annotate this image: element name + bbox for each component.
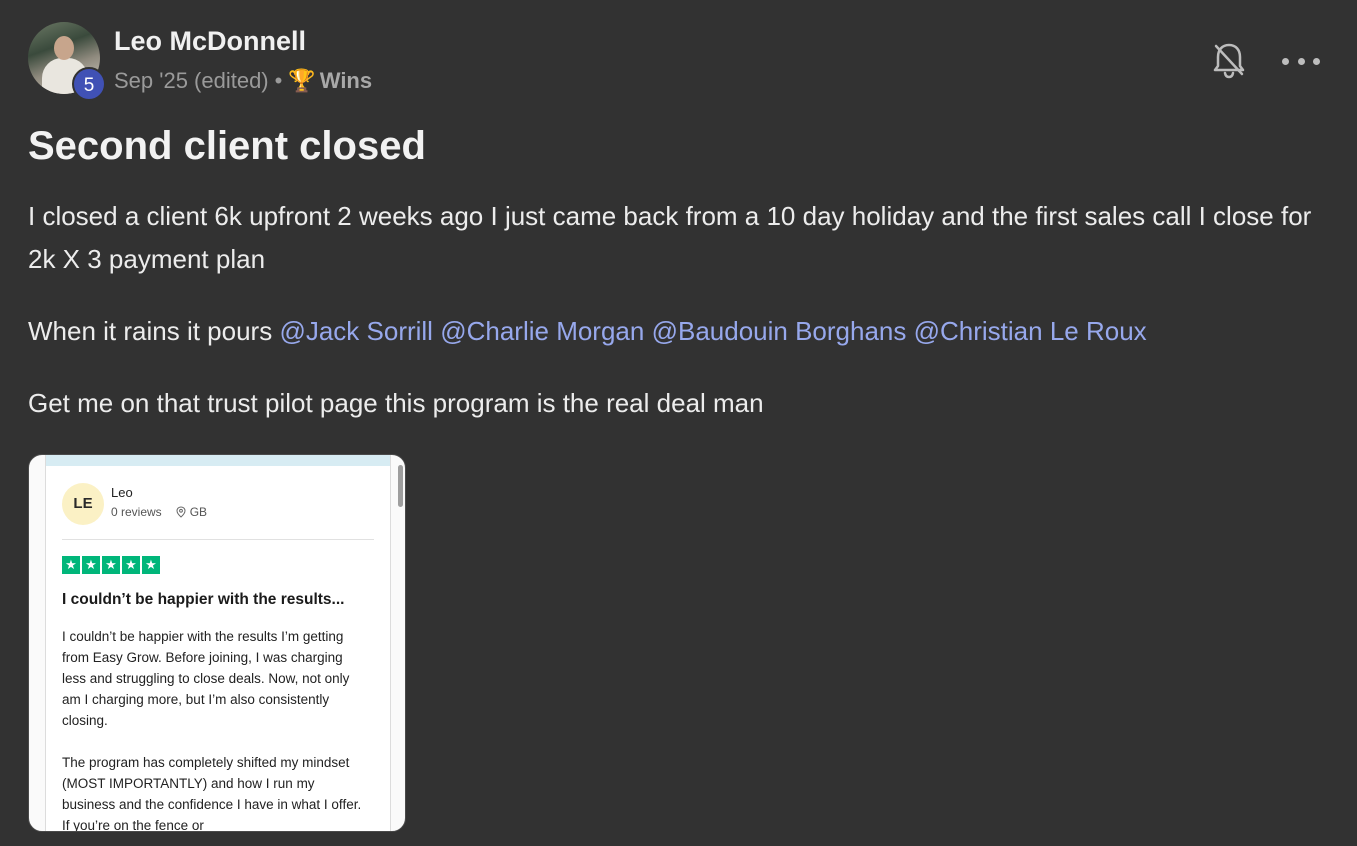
review-body-1: I couldn’t be happier with the results I… [62, 629, 350, 728]
more-options-button[interactable] [1282, 48, 1320, 74]
paragraph-2-text: When it rains it pours [28, 316, 280, 346]
post-title: Second client closed [28, 124, 426, 168]
scrollbar[interactable] [398, 465, 403, 507]
more-dot [1313, 57, 1320, 65]
mention-baudouin-borghans[interactable]: @Baudouin Borghans [652, 316, 907, 346]
avatar-face [54, 36, 74, 60]
mention-jack-sorrill[interactable]: @Jack Sorrill [279, 316, 433, 346]
post-paragraph-3: Get me on that trust pilot page this pro… [28, 388, 764, 418]
reviewer-meta: 0 reviews GB [111, 505, 207, 519]
attachment-image[interactable]: LE Leo 0 reviews GB ★ ★ ★ ★ ★ I couldn’t… [28, 454, 406, 832]
trophy-icon: 🏆 [288, 68, 316, 93]
mention-charlie-morgan[interactable]: @Charlie Morgan [440, 316, 644, 346]
review-divider [62, 539, 374, 540]
level-badge: 5 [72, 67, 106, 101]
bell-off-icon[interactable] [1210, 40, 1248, 80]
star-icon: ★ [142, 556, 160, 574]
review-title: I couldn’t be happier with the results..… [62, 591, 345, 608]
author-name[interactable]: Leo McDonnell [114, 26, 306, 57]
review-count: 0 reviews [111, 505, 162, 519]
star-icon: ★ [82, 556, 100, 574]
more-dot [1282, 57, 1289, 65]
post-meta: Sep '25 (edited) • 🏆 Wins [114, 68, 372, 94]
star-icon: ★ [122, 556, 140, 574]
star-rating: ★ ★ ★ ★ ★ [62, 556, 160, 574]
reviewer-avatar: LE [62, 483, 104, 525]
reviewer-country: GB [189, 505, 208, 519]
location-pin-icon [176, 506, 186, 518]
review-body-2: The program has completely shifted my mi… [62, 755, 362, 832]
review-card: LE Leo 0 reviews GB ★ ★ ★ ★ ★ I couldn’t… [45, 455, 391, 832]
star-icon: ★ [102, 556, 120, 574]
star-icon: ★ [62, 556, 80, 574]
review-topbar [46, 455, 390, 466]
post-paragraph-1: I closed a client 6k upfront 2 weeks ago… [28, 201, 1312, 274]
mention-christian-le-roux[interactable]: @Christian Le Roux [914, 316, 1147, 346]
post-date[interactable]: Sep '25 (edited) [114, 68, 269, 94]
category-link[interactable]: Wins [320, 68, 372, 94]
more-dot [1297, 57, 1305, 65]
reviewer-name: Leo [111, 485, 133, 500]
meta-separator: • [274, 68, 283, 93]
post: 5 Leo McDonnell Sep '25 (edited) • 🏆 Win… [0, 0, 1357, 846]
post-paragraph-2: When it rains it pours @Jack Sorrill @Ch… [28, 310, 1147, 353]
